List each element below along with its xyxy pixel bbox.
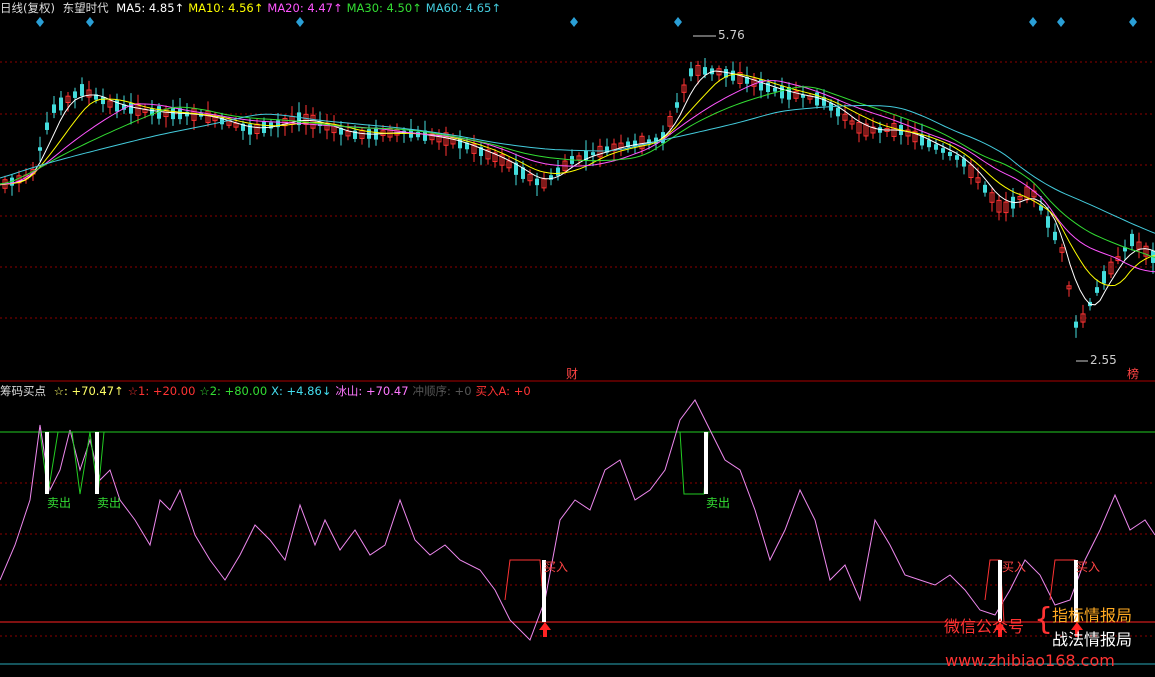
sell-signal-label: 卖出: [97, 496, 122, 510]
promo-url: www.zhibiao168.com: [945, 651, 1115, 670]
promo-wechat: 微信公众号: [944, 617, 1025, 636]
candle-body-down: [73, 91, 77, 98]
candle-body-down: [1102, 271, 1106, 284]
candle-body-down: [934, 144, 938, 150]
diamond-marker: [1057, 17, 1065, 27]
candle-body-down: [535, 178, 539, 186]
candle-body-down: [101, 96, 105, 105]
candle-body-down: [45, 122, 49, 130]
buy-signal-label: 买入: [1076, 560, 1101, 574]
candle-body-down: [1130, 233, 1134, 247]
diamond-marker: [1029, 17, 1037, 27]
promo-line1: 指标情报局: [1052, 606, 1133, 625]
promo-brace: {: [1034, 602, 1054, 637]
candle-body-down: [948, 151, 952, 157]
indicator-legend-item: 冲顺序: +0: [412, 384, 472, 398]
candle-body-down: [1074, 321, 1078, 328]
candle-body-down: [416, 131, 420, 138]
indicator-name[interactable]: 筹码买点: [0, 384, 46, 398]
indicator-legend-item: 冰山: +70.47: [335, 384, 409, 398]
candle-body-down: [731, 70, 735, 81]
candle-body-down: [983, 184, 987, 193]
candle-body-down: [780, 85, 784, 99]
candle-body-down: [955, 155, 959, 160]
buy-signal-label: 买入: [544, 560, 569, 574]
event-bang-marker[interactable]: 榜: [1127, 365, 1139, 382]
candle-body-down: [689, 68, 693, 77]
indicator-legend-item: ☆: +70.47↑: [53, 384, 124, 398]
diamond-marker: [674, 17, 682, 27]
sell-zone-line: [39, 431, 105, 495]
indicator-line: [0, 399, 1155, 641]
candle-body-down: [80, 84, 84, 96]
event-cai-marker[interactable]: 财: [566, 365, 578, 382]
promo-line2: 战法情报局: [1052, 630, 1133, 649]
candle-body-down: [248, 124, 252, 135]
sell-signal-label: 卖出: [47, 496, 72, 510]
indicator-header: 筹码买点 ☆: +70.47↑ ☆1: +20.00 ☆2: +80.00 X: +4…: [0, 383, 539, 399]
candle-body-down: [38, 147, 42, 151]
candle-body-down: [591, 152, 595, 156]
indicator-legend-item: ☆2: +80.00: [199, 384, 268, 398]
candle-body-down: [1053, 231, 1057, 241]
candle-body-down: [703, 67, 707, 75]
indicator-legend-item: X: +4.86↓: [271, 384, 332, 398]
candle-body-down: [556, 167, 560, 176]
indicator-legend-item: 买入A: +0: [475, 384, 531, 398]
diamond-marker: [570, 17, 578, 27]
candle-body-down: [59, 97, 63, 111]
signal-bar: [704, 432, 708, 494]
diamond-marker: [1129, 17, 1137, 27]
candle-body-down: [1046, 216, 1050, 228]
candle-body-down: [941, 148, 945, 153]
signal-bar: [45, 432, 49, 494]
sell-signal-label: 卖出: [706, 496, 731, 510]
candle-body-down: [1095, 287, 1099, 293]
buy-arrow-icon: [539, 622, 551, 637]
sell-zone-line: [679, 431, 709, 495]
candle-body-down: [52, 104, 56, 113]
chart-canvas[interactable]: [0, 0, 1155, 677]
candle-body-down: [773, 87, 777, 92]
diamond-marker: [296, 17, 304, 27]
buy-zone-line: [504, 559, 546, 623]
high-price-label: 5.76: [718, 28, 745, 42]
low-price-label: 2.55: [1090, 353, 1117, 367]
diamond-marker: [86, 17, 94, 27]
indicator-legend: ☆: +70.47↑ ☆1: +20.00 ☆2: +80.00 X: +4.86↓ 冰…: [54, 384, 535, 398]
buy-signal-label: 买入: [1002, 560, 1027, 574]
candle-body-down: [675, 102, 679, 108]
signal-bar: [95, 432, 99, 494]
indicator-legend-item: ☆1: +20.00: [127, 384, 196, 398]
candle-body-down: [836, 107, 840, 117]
candle-body-down: [815, 92, 819, 106]
candle-body-down: [129, 102, 133, 114]
diamond-marker: [36, 17, 44, 27]
candle-body-down: [927, 139, 931, 148]
